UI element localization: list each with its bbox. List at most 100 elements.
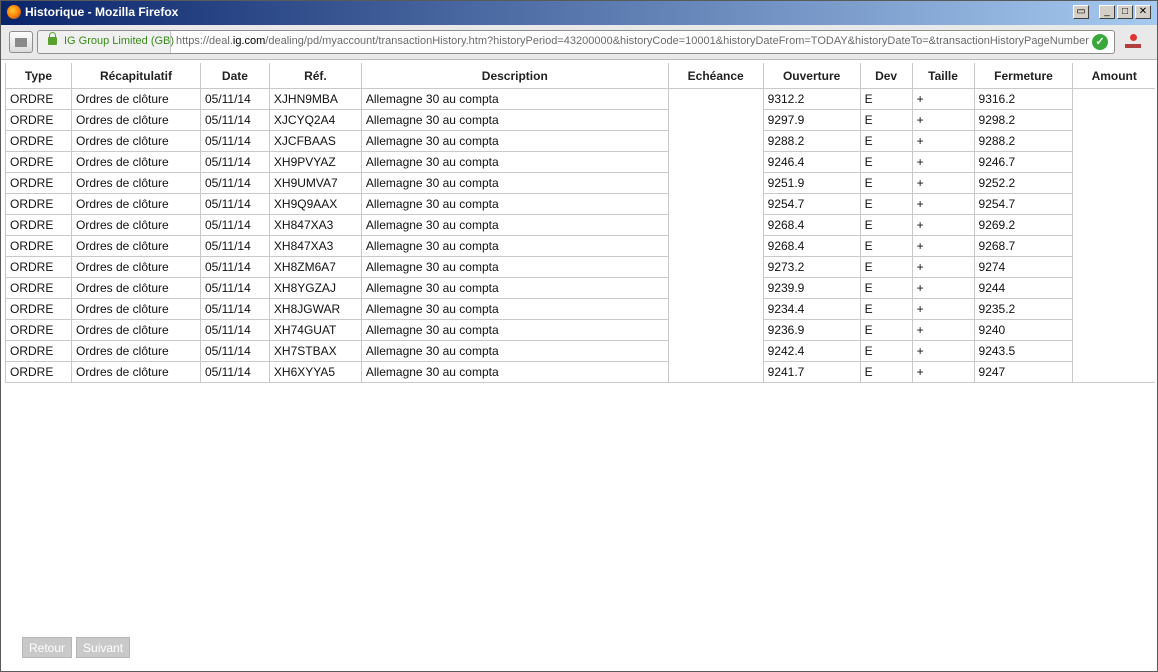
cell-taille: + [911, 214, 975, 236]
cell-echeance [667, 172, 764, 194]
cell-date: 05/11/14 [199, 109, 270, 131]
cell-recap: Ordres de clôture [70, 277, 201, 299]
cell-echeance [667, 88, 764, 110]
cell-ouverture: 9251.9 [762, 172, 861, 194]
title-bar: Historique - Mozilla Firefox ▭ _ □ ✕ [1, 1, 1157, 25]
cell-dev: E [859, 88, 913, 110]
cell-description: Allemagne 30 au compta [360, 172, 669, 194]
cell-dev: E [859, 340, 913, 362]
cell-fermeture: 9269.2 [973, 214, 1074, 236]
cell-ref: XH8YGZAJ [268, 277, 362, 299]
column-header-dev: Dev [859, 63, 913, 89]
cell-fermeture: 9243.5 [973, 340, 1074, 362]
cell-ref: XH8ZM6A7 [268, 256, 362, 278]
cell-description: Allemagne 30 au compta [360, 277, 669, 299]
cell-taille: + [911, 277, 975, 299]
cell-taille: + [911, 298, 975, 320]
table-row[interactable]: ORDRE Ordres de clôture 05/11/14 XJCFBAAS Al… [5, 130, 1156, 152]
site-identity[interactable]: IG Group Limited (GB) [38, 31, 174, 53]
cell-ref: XH9PVYAZ [268, 151, 362, 173]
cell-type: ORDRE [5, 88, 72, 110]
column-header-ref: Réf. [268, 63, 362, 89]
cell-date: 05/11/14 [199, 298, 270, 320]
cell-recap: Ordres de clôture [70, 172, 201, 194]
cell-dev: E [859, 214, 913, 236]
notification-icon[interactable] [1125, 34, 1141, 48]
url-bar[interactable]: IG Group Limited (GB) https://deal.ig.co… [37, 30, 1115, 54]
cell-amount [1073, 194, 1155, 215]
table-row[interactable]: ORDRE Ordres de clôture 05/11/14 XJHN9MBA Al… [5, 88, 1155, 110]
cell-type: ORDRE [5, 151, 72, 173]
cell-date: 05/11/14 [199, 151, 270, 173]
cell-type: ORDRE [5, 277, 72, 299]
next-button[interactable]: Suivant [76, 637, 131, 658]
cell-ref: XH8JGWAR [268, 298, 362, 320]
cell-echeance [667, 319, 764, 341]
column-header-date: Date [199, 63, 270, 89]
cell-ouverture: 9239.9 [762, 277, 861, 299]
cell-amount [1073, 257, 1155, 278]
cell-echeance [667, 109, 764, 131]
table-row[interactable]: ORDRE Ordres de clôture 05/11/14 XH9Q9AAX Al… [5, 193, 1156, 215]
table-row[interactable]: ORDRE Ordres de clôture 05/11/14 XH8YGZAJ Al… [5, 277, 1156, 299]
cell-ouverture: 9297.9 [762, 109, 861, 131]
cell-description: Allemagne 30 au compta [360, 298, 669, 320]
url-path: /dealing/pd/myaccount/transactionHistory… [265, 35, 1089, 47]
cell-echeance [667, 151, 764, 173]
cell-type: ORDRE [5, 298, 72, 320]
table-row[interactable]: ORDRE Ordres de clôture 05/11/14 XH74GUAT Al… [5, 319, 1156, 341]
cell-taille: + [911, 172, 975, 194]
cell-type: ORDRE [5, 235, 72, 257]
cell-date: 05/11/14 [199, 130, 270, 152]
cell-type: ORDRE [5, 319, 72, 341]
minimize-icon[interactable]: _ [1099, 5, 1115, 19]
url-text[interactable]: https://deal.ig.com/dealing/pd/myaccount… [176, 35, 1089, 47]
cell-ouverture: 9254.7 [762, 193, 861, 215]
table-row[interactable]: ORDRE Ordres de clôture 05/11/14 XH847XA3 Al… [5, 214, 1156, 236]
cell-amount [1073, 173, 1155, 194]
window-controls: ▭ _ □ ✕ [1073, 5, 1151, 19]
cell-dev: E [859, 277, 913, 299]
table-row[interactable]: ORDRE Ordres de clôture 05/11/14 XH847XA3 Al… [5, 235, 1156, 257]
cell-taille: + [911, 151, 975, 173]
table-row[interactable]: ORDRE Ordres de clôture 05/11/14 XH6XYYA5 Al… [5, 361, 1155, 383]
cell-date: 05/11/14 [199, 340, 270, 362]
cell-date: 05/11/14 [199, 235, 270, 257]
tabs-icon[interactable] [9, 31, 33, 53]
url-domain: ig.com [232, 35, 266, 47]
back-button[interactable]: Retour [22, 637, 73, 658]
cell-echeance [667, 193, 764, 215]
cell-taille: + [911, 130, 975, 152]
lock-icon [48, 32, 57, 45]
maximize-icon[interactable]: □ [1117, 5, 1133, 19]
cell-recap: Ordres de clôture [70, 193, 201, 215]
cell-description: Allemagne 30 au compta [360, 361, 669, 383]
table-row[interactable]: ORDRE Ordres de clôture 05/11/14 XH8JGWAR Al… [5, 298, 1156, 320]
firefox-icon [7, 5, 21, 19]
column-header-echeance: Echéance [667, 63, 764, 89]
restore-icon[interactable]: ▭ [1073, 5, 1089, 19]
close-icon[interactable]: ✕ [1135, 5, 1151, 19]
cell-echeance [667, 214, 764, 236]
cell-dev: E [859, 151, 913, 173]
table-row[interactable]: ORDRE Ordres de clôture 05/11/14 XH9PVYAZ Al… [5, 151, 1156, 173]
cell-amount [1073, 236, 1155, 257]
cell-fermeture: 9252.2 [973, 172, 1074, 194]
cell-echeance [667, 298, 764, 320]
cell-ouverture: 9234.4 [762, 298, 861, 320]
column-header-fermeture: Fermeture [973, 63, 1074, 89]
cell-dev: E [859, 361, 913, 383]
cell-echeance [667, 340, 764, 362]
table-row[interactable]: ORDRE Ordres de clôture 05/11/14 XH7STBAX Al… [5, 340, 1156, 362]
cell-description: Allemagne 30 au compta [360, 256, 669, 278]
column-header-taille: Taille [911, 63, 975, 89]
table-row[interactable]: ORDRE Ordres de clôture 05/11/14 XH8ZM6A7 Al… [5, 256, 1156, 278]
verified-check-icon: ✓ [1092, 34, 1108, 50]
cell-recap: Ordres de clôture [70, 109, 201, 131]
cell-dev: E [859, 298, 913, 320]
table-row[interactable]: ORDRE Ordres de clôture 05/11/14 XJCYQ2A4 Al… [5, 109, 1156, 131]
cell-taille: + [911, 235, 975, 257]
cell-ref: XJHN9MBA [268, 88, 362, 110]
table-row[interactable]: ORDRE Ordres de clôture 05/11/14 XH9UMVA7 Al… [5, 172, 1156, 194]
cell-recap: Ordres de clôture [70, 214, 201, 236]
